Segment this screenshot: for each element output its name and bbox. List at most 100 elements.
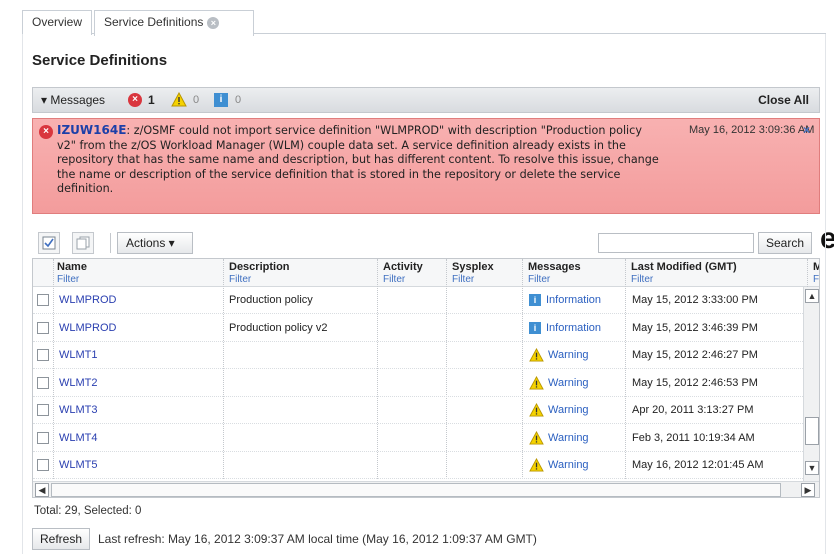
error-description: : z/OSMF could not import service defini… [57,124,659,195]
warning-count: 0 [193,94,200,106]
last-modified-cell: May 15, 2012 3:33:00 PM [632,294,758,306]
column-label: Activity [383,261,423,273]
filter-link[interactable]: Filter [57,274,87,285]
table-row[interactable]: WLMT2 Warning May 15, 2012 2:46:53 PM [33,370,803,397]
close-all-button[interactable]: Close All [758,88,809,112]
close-tab-icon[interactable]: × [207,16,220,29]
info-icon: i [529,294,541,307]
last-modified-cell: May 15, 2012 3:46:39 PM [632,321,758,334]
refresh-button[interactable]: Refresh [32,528,90,550]
warning-icon [529,430,544,445]
filter-link[interactable]: Filter [383,274,423,285]
column-header-name[interactable]: Name Filter [57,262,87,286]
column-header-messages[interactable]: Messages Filter [528,262,581,286]
table-header: Name Filter Description Filter Activity Fil… [33,259,819,287]
warning-icon [529,403,544,417]
error-message: × IZUW164E: z/OSMF could not import serv… [32,118,820,214]
table-row[interactable]: WLMT3 Warning Apr 20, 2011 3:13:27 PM [33,397,803,424]
scrollbar-thumb[interactable] [805,417,819,445]
actions-menu-button[interactable]: Actions ▾ [117,232,193,254]
tab-overview[interactable]: Overview [22,10,92,35]
tab-service-definitions[interactable]: Service Definitions × [94,10,254,36]
warning-icon [529,348,544,362]
table-toolbar: Actions ▾ Search [32,231,820,257]
column-header-truncated[interactable]: MF [813,262,819,286]
column-label: Description [229,261,290,273]
table-row[interactable]: WLMPROD Production policy i Information May … [33,287,803,314]
row-checkbox[interactable] [37,321,49,334]
tab-bar: Overview Service Definitions × [22,6,826,36]
deselect-all-button[interactable] [72,232,94,254]
scrollbar-thumb[interactable] [51,483,781,497]
table-row[interactable]: WLMT5 Warning May 16, 2012 12:01:45 AM [33,452,803,479]
scroll-left-icon[interactable]: ◀ [35,483,49,497]
row-checkbox[interactable] [37,294,49,306]
row-checkbox[interactable] [37,404,49,416]
copy-icon [76,236,90,250]
table-row[interactable]: WLMPROD Production policy v2 i Information M… [33,315,803,342]
column-label: Sysplex [452,261,494,273]
service-definition-name-link[interactable]: WLMT2 [59,370,98,396]
filter-link[interactable]: Filter [528,274,581,285]
service-definition-name-link[interactable]: WLMT5 [59,452,98,478]
page-title: Service Definitions [32,52,168,69]
message-link[interactable]: Information [546,322,601,334]
message-link[interactable]: Warning [548,432,589,444]
message-cell: i Information [529,287,601,313]
error-icon: × [39,125,53,139]
dismiss-message-icon[interactable]: × [803,123,810,137]
column-header-last-modified[interactable]: Last Modified (GMT) Filter [631,261,737,286]
warning-icon [529,458,544,472]
table-row[interactable]: WLMT1 Warning May 15, 2012 2:46:27 PM [33,342,803,369]
message-cell: Warning [529,397,589,423]
filter-link[interactable]: Filter [229,274,290,285]
column-label: Last Modified (GMT) [631,261,737,273]
column-header-description[interactable]: Description Filter [229,261,290,286]
service-definition-name-link[interactable]: WLMT4 [59,425,98,451]
scroll-up-icon[interactable]: ▲ [805,289,819,303]
last-modified-cell: May 15, 2012 2:46:53 PM [632,376,758,389]
vertical-scrollbar[interactable]: ▲ ▼ [803,287,819,481]
tab-label: Service Definitions [104,15,204,29]
filter-link[interactable]: F [813,274,819,285]
column-header-sysplex[interactable]: Sysplex Filter [452,261,494,286]
filter-link[interactable]: Filter [631,274,737,285]
service-definition-name-link[interactable]: WLMPROD [59,315,116,341]
message-link[interactable]: Warning [548,377,589,389]
filter-link[interactable]: Filter [452,274,494,285]
service-definition-name-link[interactable]: WLMT1 [59,342,98,368]
column-header-activity[interactable]: Activity Filter [383,261,423,286]
last-modified-cell: Feb 3, 2011 10:19:34 AM [632,431,755,444]
last-refresh-text: Last refresh: May 16, 2012 3:09:37 AM lo… [98,532,537,546]
row-checkbox[interactable] [37,431,49,444]
scroll-right-icon[interactable]: ▶ [801,483,815,497]
search-button[interactable]: Search [758,232,812,254]
message-link[interactable]: Warning [548,404,589,416]
error-message-text: IZUW164E: z/OSMF could not import servic… [57,123,662,197]
select-all-button[interactable] [38,232,60,254]
search-input[interactable] [598,233,754,253]
row-checkbox[interactable] [37,349,49,361]
row-checkbox[interactable] [37,376,49,389]
info-icon: i [214,93,228,107]
message-link[interactable]: Warning [548,459,589,471]
error-code: IZUW164E [57,123,127,137]
scroll-down-icon[interactable]: ▼ [805,461,819,475]
table-row[interactable]: WLMT4 Warning Feb 3, 2011 10:19:34 AM [33,425,803,452]
service-definition-name-link[interactable]: WLMPROD [59,287,116,313]
selection-summary: Total: 29, Selected: 0 [34,505,142,517]
info-icon: i [529,321,541,334]
service-definition-name-link[interactable]: WLMT3 [59,397,98,423]
warning-icon [171,92,187,107]
last-modified-cell: Apr 20, 2011 3:13:27 PM [632,404,754,416]
warning-icon [529,375,544,390]
horizontal-scrollbar[interactable]: ◀ ▶ [33,481,819,497]
row-checkbox[interactable] [37,459,49,471]
tab-label: Overview [32,15,83,29]
message-cell: Warning [529,370,589,396]
message-cell: Warning [529,425,589,451]
message-link[interactable]: Information [546,294,601,306]
service-definitions-table: Name Filter Description Filter Activity Fil… [32,258,820,498]
messages-toggle[interactable]: ▾ Messages [41,88,105,112]
message-link[interactable]: Warning [548,349,589,361]
